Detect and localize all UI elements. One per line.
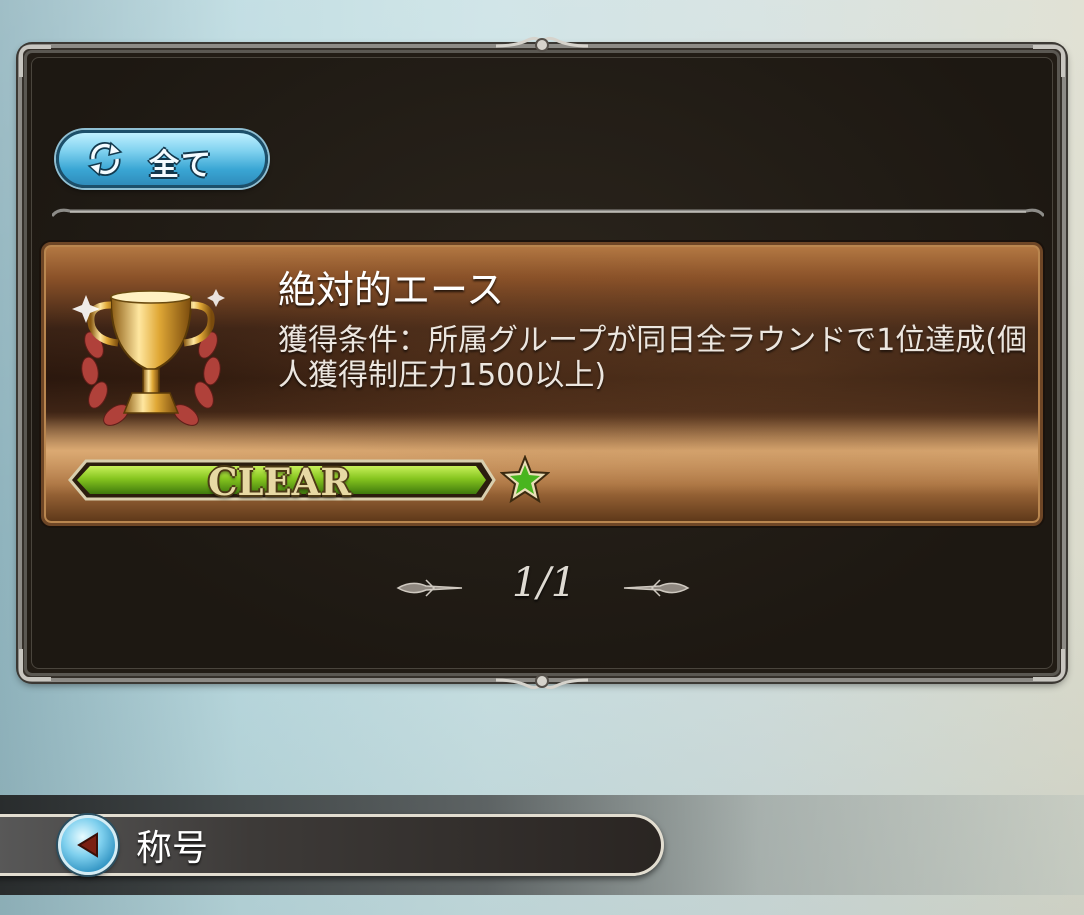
frame-corner-ornament: [1033, 45, 1065, 77]
refresh-icon: [87, 141, 123, 177]
clear-status-label: CLEAR: [208, 460, 352, 504]
page-title: 称号: [136, 828, 209, 869]
filter-label: 全て: [149, 148, 213, 183]
page-next-arrow-icon[interactable]: [620, 574, 690, 598]
section-divider: [52, 208, 1044, 217]
title-condition: 獲得条件：所属グループが同日全ラウンドで1位達成(個人獲得制圧力1500以上): [278, 323, 1027, 393]
page-indicator: 1/1: [511, 560, 577, 606]
frame-corner-ornament: [19, 45, 51, 77]
frame-corner-ornament: [1033, 649, 1065, 681]
frame-corner-ornament: [19, 649, 51, 681]
trophy-icon: [72, 289, 225, 426]
filter-all-button[interactable]: 全て: [56, 130, 268, 188]
title-name: 絶対的エース: [278, 268, 505, 312]
title-list-item[interactable]: 絶対的エース 獲得条件：所属グループが同日全ラウンドで1位達成(個人獲得制圧力1…: [41, 242, 1043, 526]
page-prev-arrow-icon[interactable]: [396, 574, 466, 598]
frame-top-ornament: [496, 36, 588, 52]
green-star-icon: [500, 455, 550, 503]
back-arrow-icon: [77, 832, 98, 858]
frame-bottom-ornament: [496, 674, 588, 690]
back-button[interactable]: [58, 815, 118, 875]
